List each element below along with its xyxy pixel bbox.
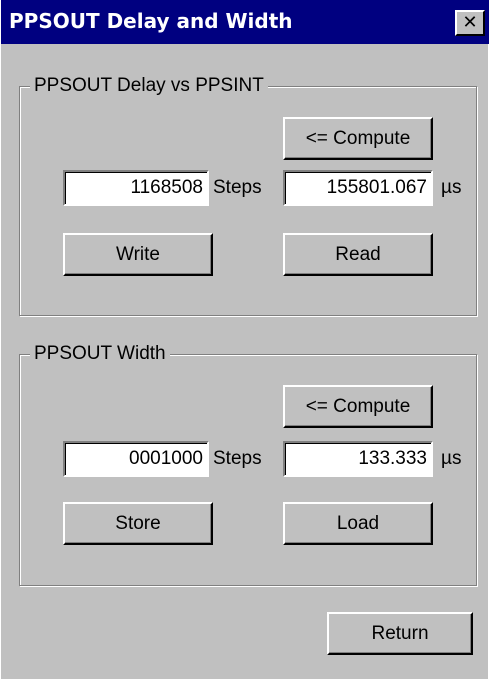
width-time-input[interactable] xyxy=(283,441,433,477)
store-button[interactable]: Store xyxy=(63,502,213,545)
delay-steps-unit: Steps xyxy=(213,177,262,198)
write-button[interactable]: Write xyxy=(63,233,213,276)
close-button[interactable]: ✕ xyxy=(455,10,485,36)
delay-time-input[interactable] xyxy=(283,170,433,206)
width-steps-unit: Steps xyxy=(213,448,262,469)
width-compute-button[interactable]: <= Compute xyxy=(283,385,433,428)
width-steps-input[interactable] xyxy=(63,441,209,477)
window-title: PPSOUT Delay and Width xyxy=(9,9,293,33)
ppsout-dialog: PPSOUT Delay and Width ✕ PPSOUT Delay vs… xyxy=(0,0,489,679)
delay-time-unit: µs xyxy=(441,177,462,198)
delay-group-label: PPSOUT Delay vs PPSINT xyxy=(30,75,268,97)
read-button[interactable]: Read xyxy=(283,233,433,276)
width-time-unit: µs xyxy=(441,448,462,469)
width-group-label: PPSOUT Width xyxy=(30,343,170,365)
title-bar: PPSOUT Delay and Width ✕ xyxy=(1,0,489,44)
delay-compute-button[interactable]: <= Compute xyxy=(283,117,433,160)
close-icon: ✕ xyxy=(462,12,478,33)
load-button[interactable]: Load xyxy=(283,502,433,545)
delay-steps-input[interactable] xyxy=(63,170,209,206)
return-button[interactable]: Return xyxy=(327,612,473,655)
